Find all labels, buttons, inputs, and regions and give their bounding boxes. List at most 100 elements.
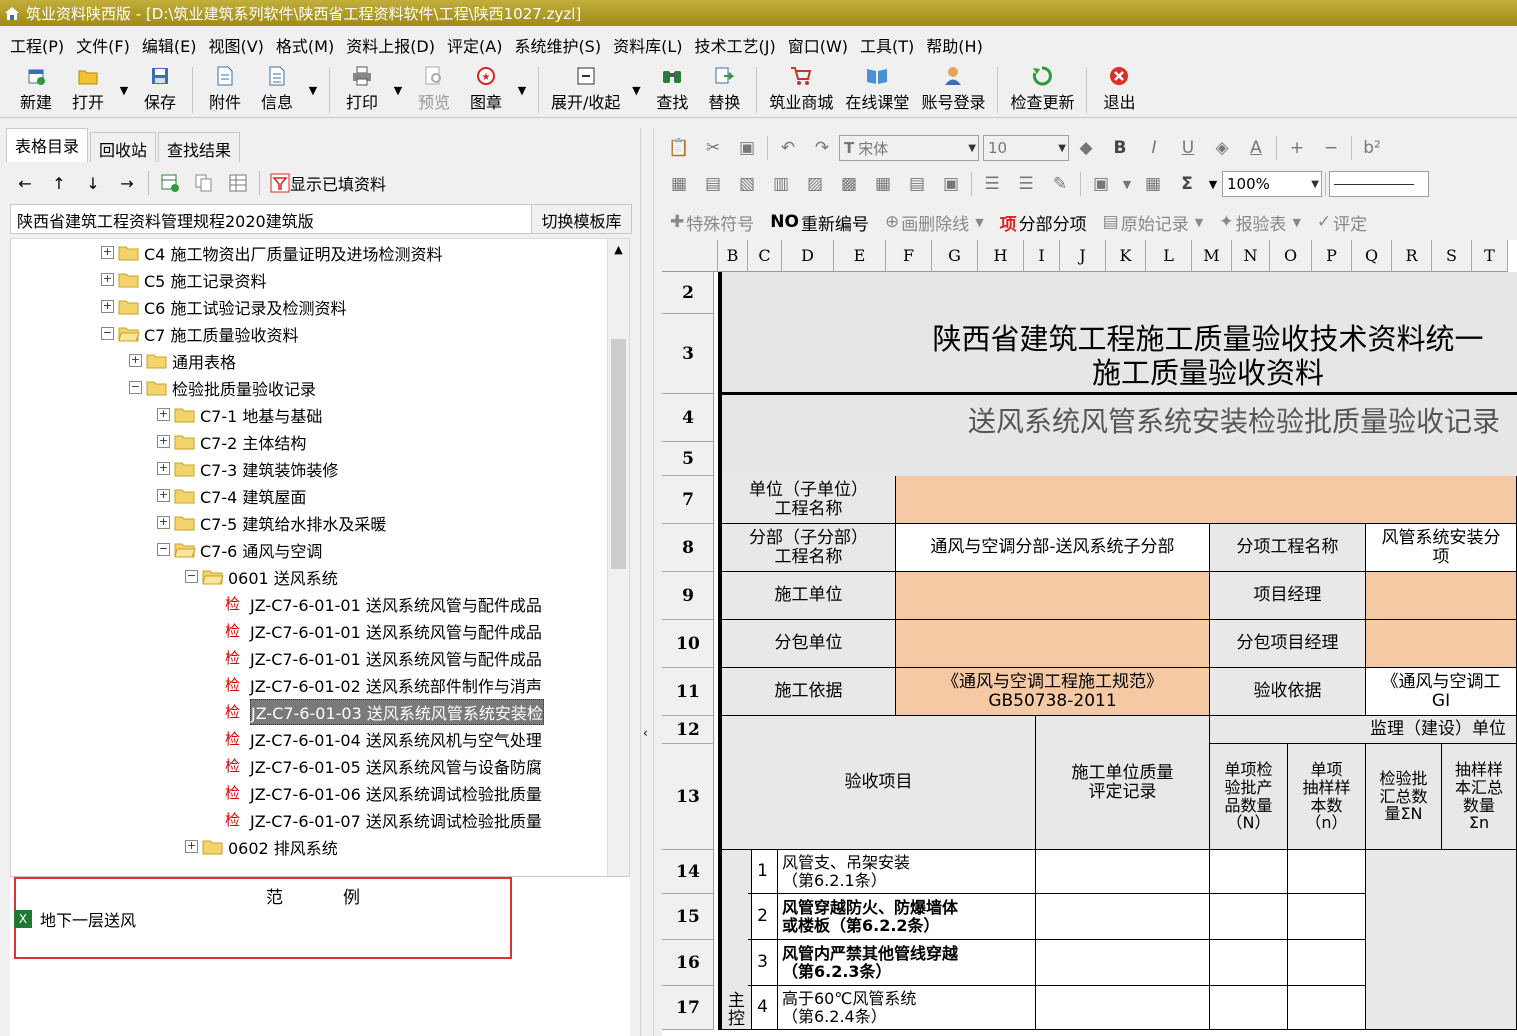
menu-help[interactable]: 帮助(H) bbox=[920, 31, 989, 59]
strike-dropdown-icon[interactable]: ▼ bbox=[975, 216, 983, 229]
font-size-select[interactable]: 10 ▼ bbox=[983, 135, 1069, 161]
sheet-icon[interactable]: ▤ bbox=[900, 169, 934, 199]
column-header[interactable]: N bbox=[1232, 240, 1270, 272]
expand-icon[interactable]: + bbox=[157, 489, 170, 502]
paste-icon[interactable]: 📋 bbox=[662, 133, 696, 163]
course-button[interactable]: 在线课堂 bbox=[839, 63, 915, 117]
tree-folder-node[interactable]: + C7-3 建筑装饰装修 bbox=[157, 455, 338, 482]
grid-icon[interactable]: ▦ bbox=[866, 169, 900, 199]
subitem-value[interactable]: 风管系统安装分 项 bbox=[1366, 524, 1517, 572]
underline-icon[interactable]: U bbox=[1171, 133, 1205, 163]
menu-tech[interactable]: 技术工艺(J) bbox=[689, 31, 782, 59]
text-color-icon[interactable]: A bbox=[1239, 133, 1273, 163]
select-all-corner[interactable] bbox=[662, 240, 718, 272]
item-description[interactable]: 风管穿越防火、防爆墙体 或楼板（第6.2.2条） bbox=[778, 894, 1036, 940]
tree-leaf-form[interactable]: 检 JZ-C7-6-01-05 送风系统风管与设备防腐 bbox=[225, 752, 542, 779]
special-symbol-button[interactable]: ✚ 特殊符号 bbox=[662, 210, 762, 235]
tree-folder-node[interactable]: + C4 施工物资出厂质量证明及进场检测资料 bbox=[101, 239, 442, 266]
row-header[interactable]: 16 bbox=[662, 940, 714, 986]
fill-color-icon[interactable]: ◈ bbox=[1205, 133, 1239, 163]
menu-project[interactable]: 工程(P) bbox=[4, 31, 70, 59]
tree-folder-node[interactable]: + C7-2 主体结构 bbox=[157, 428, 306, 455]
row-header[interactable]: 4 bbox=[662, 394, 714, 442]
tree-folder-node[interactable]: − 0601 送风系统 bbox=[185, 563, 338, 590]
item-self-eval[interactable] bbox=[1036, 940, 1210, 986]
panel-splitter[interactable]: ‹ bbox=[640, 128, 654, 1036]
form-title[interactable]: 陕西省建筑工程施工质量验收技术资料统一 施工质量验收资料 bbox=[898, 322, 1517, 390]
pm-field[interactable] bbox=[1366, 572, 1517, 620]
expand-icon[interactable]: + bbox=[157, 516, 170, 529]
item-description[interactable]: 风管内严禁其他管线穿越 （第6.2.3条） bbox=[778, 940, 1036, 986]
strike-button[interactable]: ⊕ 画删除线 ▼ bbox=[877, 210, 992, 235]
sum-icon[interactable]: Σ bbox=[1170, 169, 1204, 199]
menu-tools[interactable]: 工具(T) bbox=[854, 31, 920, 59]
item-number[interactable]: 3 bbox=[748, 940, 778, 986]
subcontractor-field[interactable] bbox=[896, 620, 1210, 668]
row-header[interactable]: 8 bbox=[662, 524, 714, 572]
lock-icon[interactable]: ▣ bbox=[934, 169, 968, 199]
tab-catalog[interactable]: 表格目录 bbox=[6, 128, 89, 162]
exit-button[interactable]: 退出 bbox=[1093, 63, 1145, 117]
expand-icon[interactable]: + bbox=[185, 840, 198, 853]
self-eval-header[interactable]: 施工单位质量 评定记录 bbox=[1036, 716, 1210, 850]
login-button[interactable]: 账号登录 bbox=[915, 63, 991, 117]
print-dropdown-icon[interactable]: ▼ bbox=[388, 63, 408, 117]
column-header[interactable]: J bbox=[1060, 240, 1106, 272]
item-number[interactable]: 4 bbox=[748, 986, 778, 1030]
zoom-select[interactable]: 100% ▼ bbox=[1222, 171, 1322, 197]
collapse-left-icon[interactable]: ‹ bbox=[643, 726, 648, 740]
column-header[interactable]: G bbox=[932, 240, 978, 272]
tree-leaf-form[interactable]: 检 JZ-C7-6-01-03 送风系统风管系统安装检 bbox=[225, 698, 544, 725]
subitem-label[interactable]: 分项工程名称 bbox=[1210, 524, 1366, 572]
sum-dropdown-icon[interactable]: ▼ bbox=[1204, 169, 1222, 199]
indent-icon[interactable]: ☰ bbox=[1009, 169, 1043, 199]
expand-icon[interactable]: + bbox=[157, 462, 170, 475]
expand-icon[interactable]: + bbox=[101, 300, 114, 313]
stamp-dropdown-icon[interactable]: ▼ bbox=[512, 63, 532, 117]
column-header[interactable]: O bbox=[1270, 240, 1312, 272]
contractor-label[interactable]: 施工单位 bbox=[722, 572, 896, 620]
tree-leaf-form[interactable]: 检 JZ-C7-6-01-01 送风系统风管与配件成品 bbox=[225, 617, 542, 644]
supervision-header[interactable]: 监理（建设）单位 bbox=[1210, 716, 1517, 744]
cell-format-icon[interactable]: ▧ bbox=[730, 169, 764, 199]
align-icon[interactable]: ▥ bbox=[764, 169, 798, 199]
arrow-left-icon[interactable]: ← bbox=[8, 168, 42, 198]
distribute-icon[interactable]: ▨ bbox=[798, 169, 832, 199]
show-filled-filter[interactable]: 显示已填资料 bbox=[270, 171, 386, 195]
menu-evaluate[interactable]: 评定(A) bbox=[441, 31, 508, 59]
column-header[interactable]: D bbox=[782, 240, 834, 272]
tree-leaf-form[interactable]: 检 JZ-C7-6-01-01 送风系统风管与配件成品 bbox=[225, 590, 542, 617]
original-dropdown-icon[interactable]: ▼ bbox=[1195, 216, 1203, 229]
row-header[interactable]: 13 bbox=[662, 744, 714, 850]
menu-file[interactable]: 文件(F) bbox=[70, 31, 136, 59]
item-self-eval[interactable] bbox=[1036, 986, 1210, 1030]
menu-edit[interactable]: 编辑(E) bbox=[136, 31, 203, 59]
open-dropdown-icon[interactable]: ▼ bbox=[114, 63, 134, 117]
expand-icon[interactable]: + bbox=[129, 354, 142, 367]
tab-recycle-bin[interactable]: 回收站 bbox=[90, 132, 157, 162]
single-sample-header[interactable]: 单项 抽样样 本数 （n） bbox=[1288, 744, 1366, 850]
column-header[interactable]: E bbox=[834, 240, 886, 272]
tree-leaf-form[interactable]: 检 JZ-C7-6-01-04 送风系统风机与空气处理 bbox=[225, 725, 542, 752]
row-header[interactable]: 17 bbox=[662, 986, 714, 1030]
row-header[interactable]: 12 bbox=[662, 716, 714, 744]
new-button[interactable]: 新建 bbox=[10, 63, 62, 117]
tree-leaf-form[interactable]: 检 JZ-C7-6-01-06 送风系统调试检验批质量 bbox=[225, 779, 542, 806]
tree-folder-node[interactable]: + C7-4 建筑屋面 bbox=[157, 482, 306, 509]
column-header[interactable]: H bbox=[978, 240, 1024, 272]
expand-collapse-button[interactable]: 展开/收起 bbox=[545, 63, 626, 117]
menu-system[interactable]: 系统维护(S) bbox=[508, 31, 607, 59]
menu-report[interactable]: 资料上报(D) bbox=[340, 31, 441, 59]
item-number[interactable]: 1 bbox=[748, 850, 778, 894]
tree-folder-node[interactable]: + C6 施工试验记录及检测资料 bbox=[101, 293, 346, 320]
save-button[interactable]: 保存 bbox=[134, 63, 186, 117]
pm-label[interactable]: 项目经理 bbox=[1210, 572, 1366, 620]
subitem-button[interactable]: 项分部分项 bbox=[992, 210, 1095, 235]
tree-folder-node[interactable]: + C7-1 地基与基础 bbox=[157, 401, 322, 428]
tree-scrollbar[interactable]: ▲ ▼ bbox=[607, 239, 629, 965]
minus-icon[interactable]: − bbox=[1314, 133, 1348, 163]
item-number[interactable]: 2 bbox=[748, 894, 778, 940]
print-button[interactable]: 打印 bbox=[336, 63, 388, 117]
tree-folder-node[interactable]: + C7-5 建筑给水排水及采暖 bbox=[157, 509, 386, 536]
scroll-thumb[interactable] bbox=[611, 339, 626, 569]
